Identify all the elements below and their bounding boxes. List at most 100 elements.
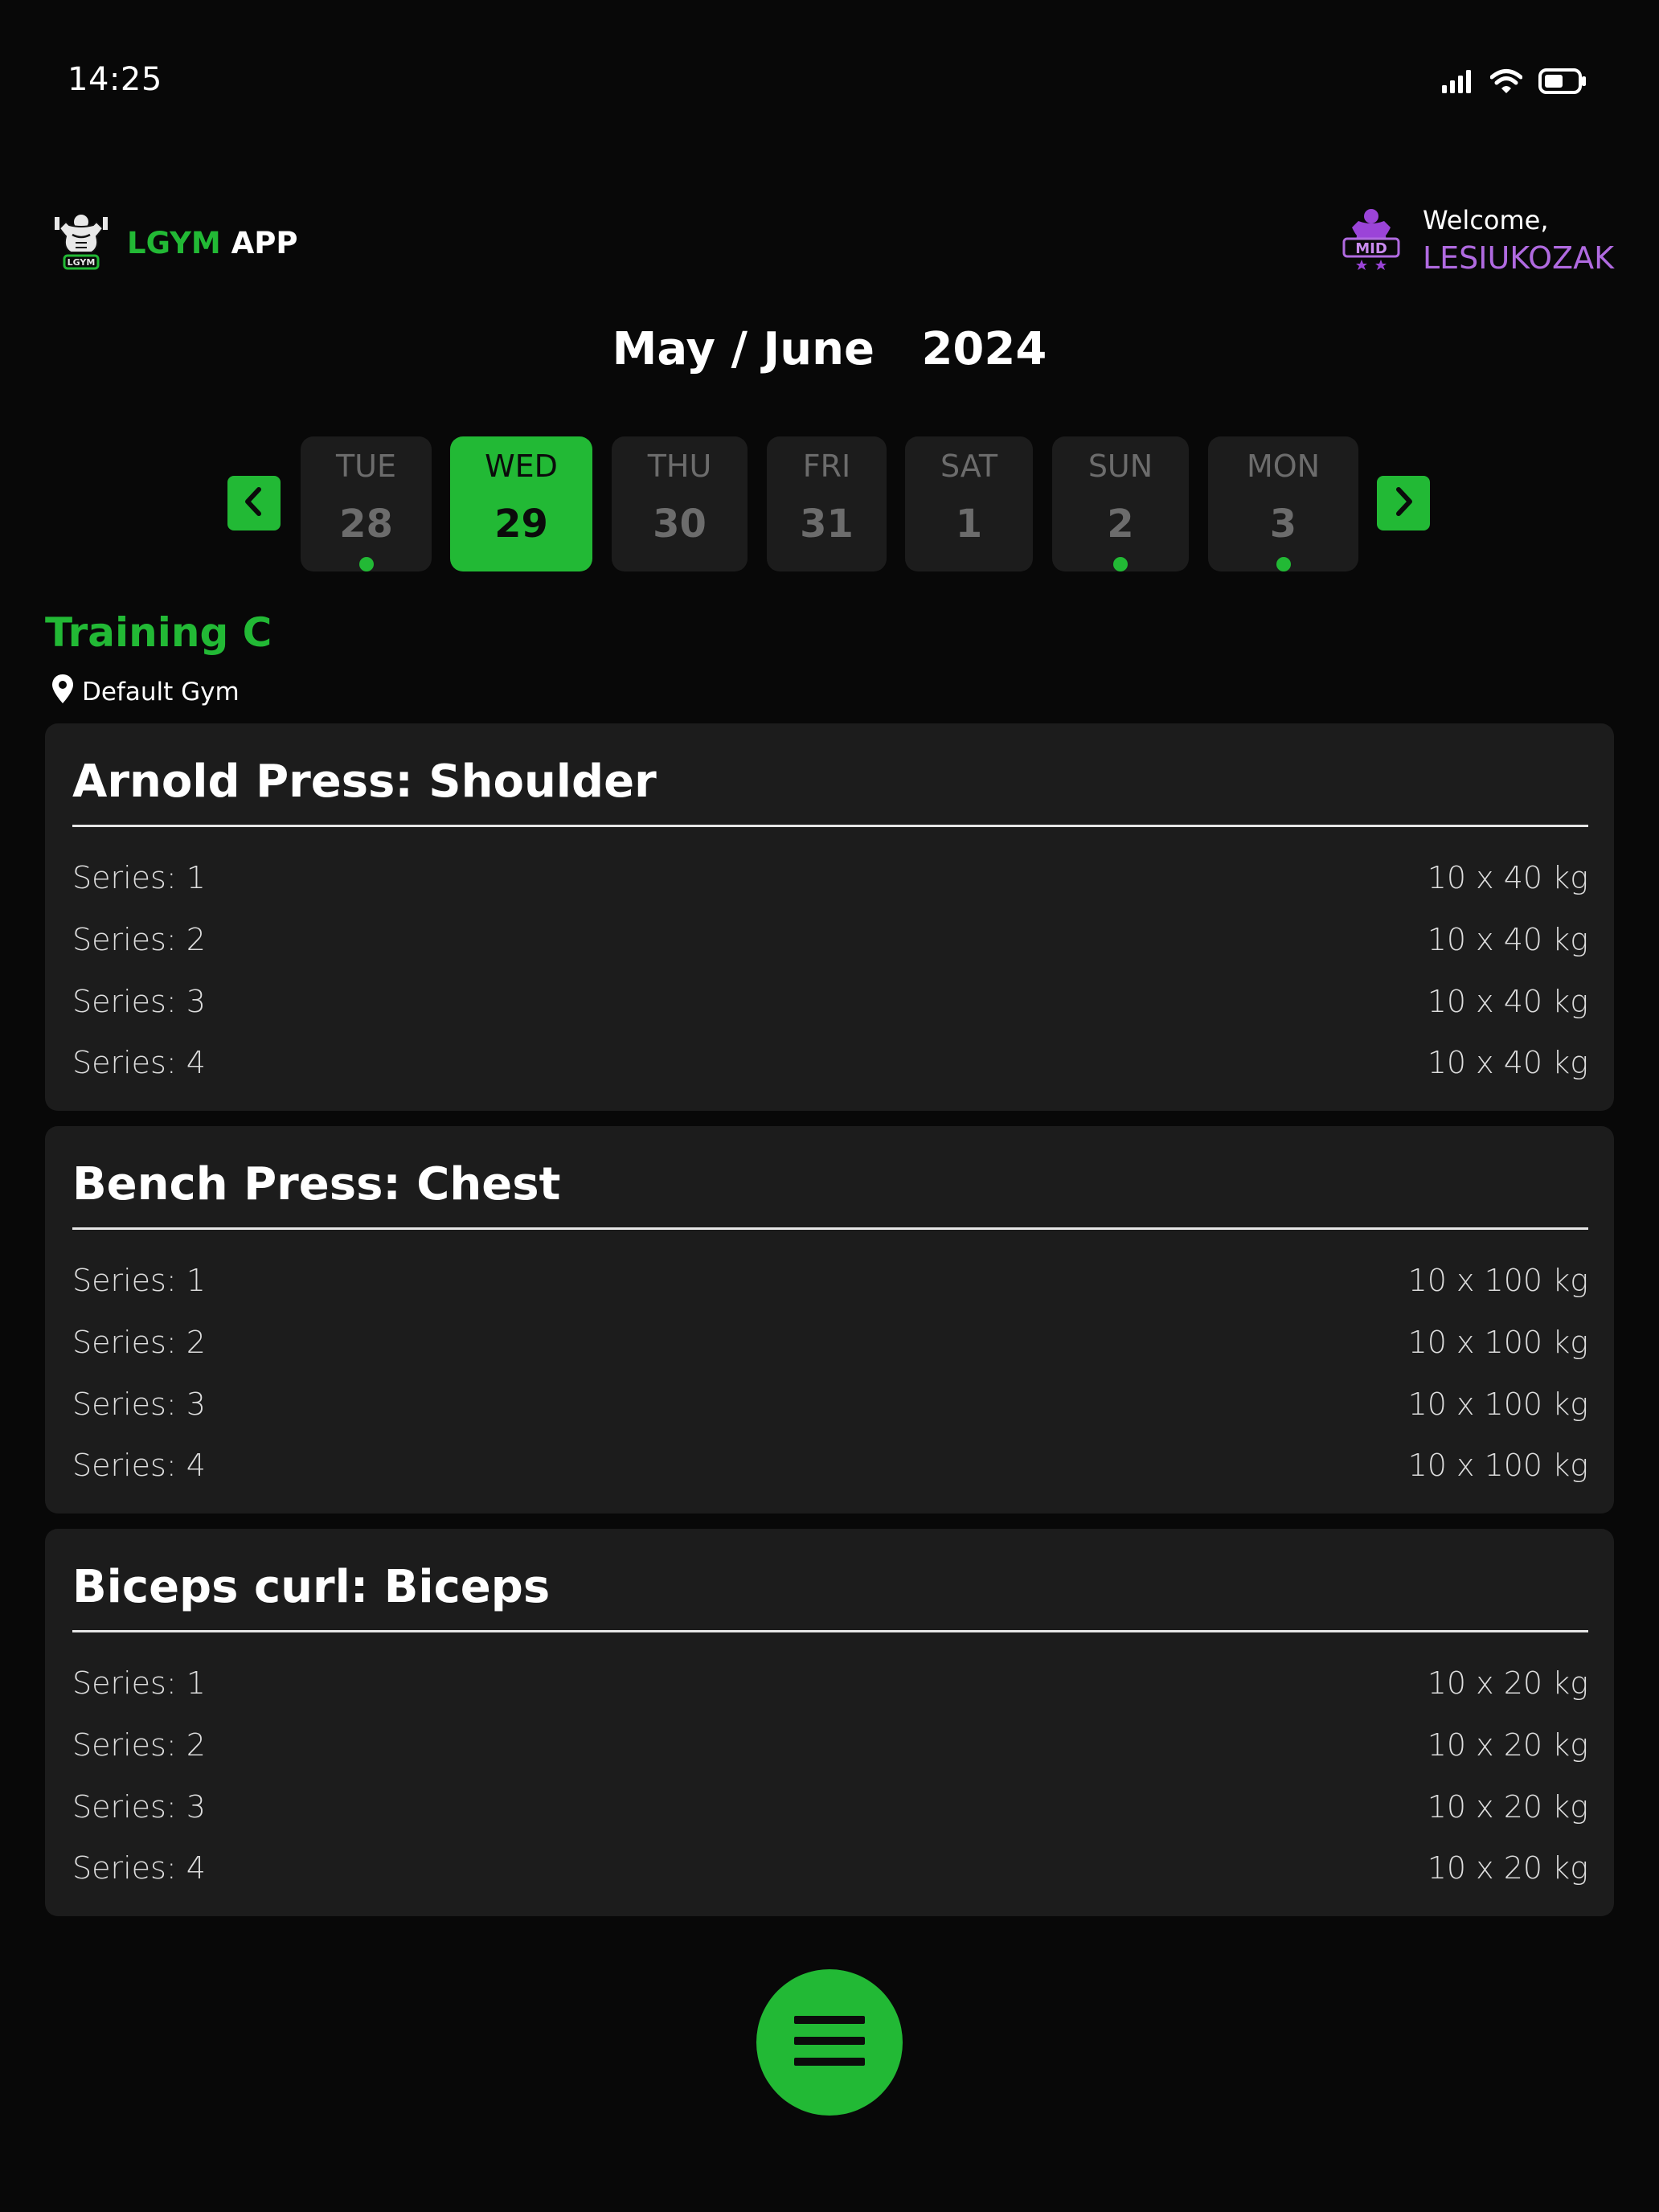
month-label: May / June [612, 323, 875, 375]
chevron-left-icon [240, 485, 268, 521]
series-value: 10 x 100 kg [1407, 1325, 1588, 1360]
month-year-title: May / June 2024 [0, 323, 1659, 375]
exercise-title: Bench Press: Chest [72, 1158, 561, 1210]
series-row: Series: 3 10 x 100 kg [72, 1380, 1588, 1428]
exercise-title: Arnold Press: Shoulder [72, 756, 657, 808]
brand-name-secondary: APP [231, 225, 298, 260]
series-value: 10 x 20 kg [1427, 1789, 1588, 1825]
series-label: Series: 1 [72, 1263, 206, 1298]
day-card-wed-29[interactable]: WED 29 [450, 436, 592, 571]
welcome-label: Welcome, [1422, 205, 1549, 236]
gym-name: Default Gym [82, 678, 240, 707]
status-time: 14:25 [68, 61, 162, 98]
day-number: 31 [800, 502, 854, 547]
map-pin-icon [51, 674, 74, 711]
day-of-week: WED [485, 449, 558, 484]
series-row: Series: 4 10 x 20 kg [72, 1844, 1588, 1892]
day-card-mon-3[interactable]: MON 3 [1208, 436, 1358, 571]
series-value: 10 x 100 kg [1407, 1387, 1588, 1422]
training-dot-indicator [1276, 557, 1291, 571]
series-row: Series: 3 10 x 20 kg [72, 1783, 1588, 1831]
series-value: 10 x 20 kg [1427, 1665, 1588, 1701]
divider [72, 1630, 1588, 1632]
series-value: 10 x 40 kg [1427, 860, 1588, 895]
day-number: 29 [494, 502, 548, 547]
day-card-sun-2[interactable]: SUN 2 [1052, 436, 1189, 571]
day-number: 2 [1107, 502, 1134, 547]
series-row: Series: 3 10 x 40 kg [72, 977, 1588, 1026]
exercise-title: Biceps curl: Biceps [72, 1561, 551, 1613]
series-label: Series: 4 [72, 1448, 206, 1483]
username: LESIUKOZAK [1422, 240, 1614, 276]
wifi-icon [1489, 68, 1523, 97]
battery-icon [1538, 68, 1587, 98]
series-value: 10 x 40 kg [1427, 984, 1588, 1019]
prev-week-button[interactable] [227, 476, 281, 530]
day-of-week: MON [1246, 449, 1321, 484]
series-row: Series: 4 10 x 100 kg [72, 1441, 1588, 1489]
series-label: Series: 2 [72, 1727, 206, 1763]
series-label: Series: 3 [72, 1387, 206, 1422]
training-title: Training C [45, 609, 272, 656]
series-row: Series: 2 10 x 100 kg [72, 1318, 1588, 1366]
next-week-button[interactable] [1377, 476, 1430, 530]
series-label: Series: 3 [72, 1789, 206, 1825]
svg-text:MID: MID [1355, 240, 1387, 257]
series-label: Series: 4 [72, 1850, 206, 1886]
day-number: 3 [1269, 502, 1297, 547]
series-value: 10 x 100 kg [1407, 1263, 1588, 1298]
chevron-right-icon [1390, 485, 1417, 521]
series-row: Series: 1 10 x 20 kg [72, 1659, 1588, 1707]
series-value: 10 x 20 kg [1427, 1727, 1588, 1763]
day-number: 1 [955, 502, 983, 547]
day-of-week: THU [647, 449, 712, 484]
day-of-week: TUE [335, 449, 397, 484]
series-label: Series: 2 [72, 922, 206, 957]
exercise-card: Bench Press: Chest Series: 1 10 x 100 kg… [45, 1126, 1614, 1514]
series-label: Series: 1 [72, 860, 206, 895]
day-card-thu-30[interactable]: THU 30 [612, 436, 748, 571]
brand-name: LGYM APP [127, 226, 298, 260]
series-row: Series: 2 10 x 40 kg [72, 916, 1588, 964]
series-row: Series: 4 10 x 40 kg [72, 1038, 1588, 1087]
year-label: 2024 [921, 323, 1047, 375]
series-value: 10 x 100 kg [1407, 1448, 1588, 1483]
series-row: Series: 1 10 x 100 kg [72, 1256, 1588, 1305]
series-value: 10 x 20 kg [1427, 1850, 1588, 1886]
training-dot-indicator [1113, 557, 1128, 571]
training-dot-indicator [358, 557, 374, 571]
series-row: Series: 1 10 x 40 kg [72, 854, 1588, 902]
signal-icon [1442, 69, 1474, 96]
exercise-card: Biceps curl: Biceps Series: 1 10 x 20 kg… [45, 1529, 1614, 1916]
bodybuilder-logo-icon: LGYM [51, 211, 111, 275]
welcome-text: Welcome, LESIUKOZAK [1423, 205, 1614, 276]
day-number: 30 [653, 502, 707, 547]
series-row: Series: 2 10 x 20 kg [72, 1721, 1588, 1769]
series-label: Series: 3 [72, 984, 206, 1019]
brand-name-primary: LGYM [127, 225, 221, 260]
mid-rank-avatar-icon: MID [1341, 207, 1402, 274]
hamburger-menu-icon [793, 2013, 866, 2072]
menu-button[interactable] [756, 1969, 903, 2116]
exercise-card: Arnold Press: Shoulder Series: 1 10 x 40… [45, 723, 1614, 1111]
series-label: Series: 2 [72, 1325, 206, 1360]
series-value: 10 x 40 kg [1427, 1045, 1588, 1080]
app-brand: LGYM LGYM APP [51, 211, 298, 275]
day-card-tue-28[interactable]: TUE 28 [301, 436, 432, 571]
svg-text:LGYM: LGYM [68, 257, 96, 268]
user-welcome[interactable]: MID Welcome, LESIUKOZAK [1341, 205, 1614, 276]
divider [72, 825, 1588, 827]
series-label: Series: 4 [72, 1045, 206, 1080]
app-screen: 14:25 LGYM LGYM APP MID Welcome, LESIUKO… [0, 0, 1659, 2212]
series-label: Series: 1 [72, 1665, 206, 1701]
day-card-fri-31[interactable]: FRI 31 [767, 436, 887, 571]
day-number: 28 [339, 502, 393, 547]
series-value: 10 x 40 kg [1427, 922, 1588, 957]
gym-location: Default Gym [51, 674, 240, 711]
day-card-sat-1[interactable]: SAT 1 [905, 436, 1033, 571]
day-of-week: SUN [1088, 449, 1153, 484]
status-icons [1442, 68, 1587, 98]
day-of-week: FRI [802, 449, 851, 484]
divider [72, 1227, 1588, 1230]
day-of-week: SAT [940, 449, 998, 484]
